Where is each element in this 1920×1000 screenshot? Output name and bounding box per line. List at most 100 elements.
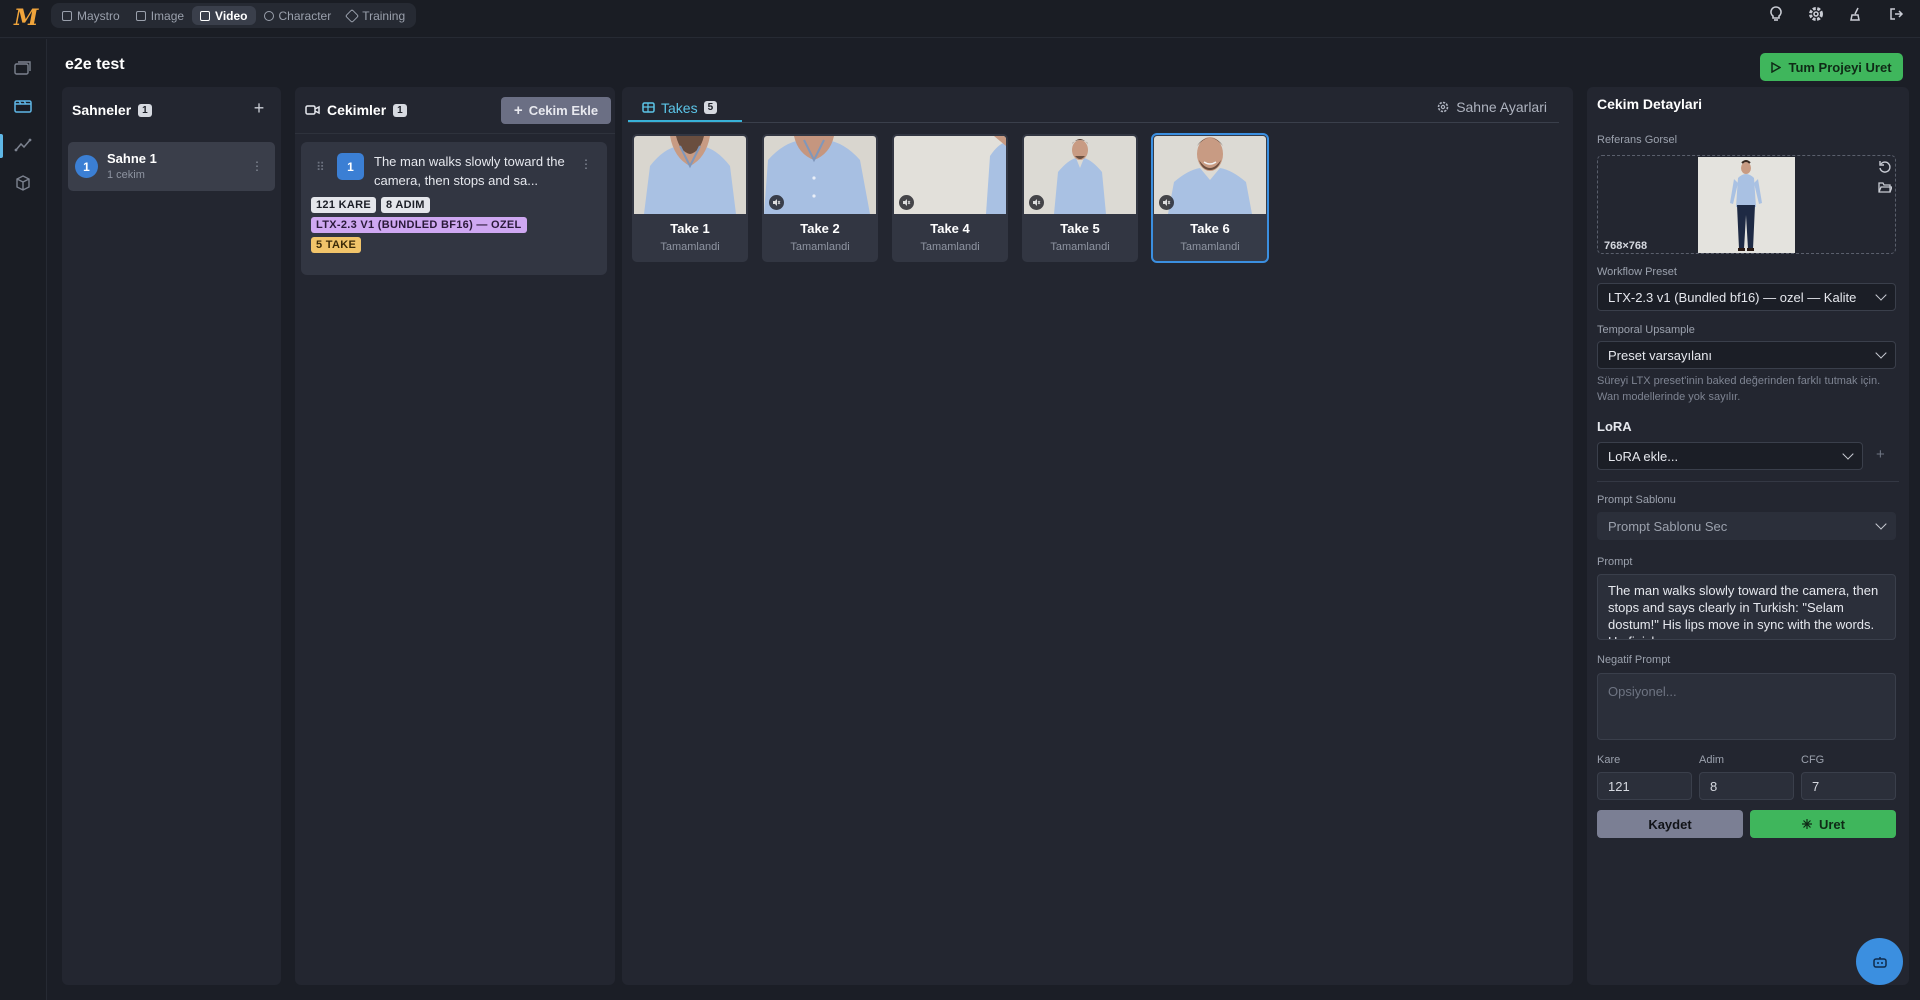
top-bar: M Maystro Image Video Character Training <box>0 0 1920 38</box>
shots-header: Cekimler 1 + Cekim Ekle <box>295 87 615 134</box>
reference-image-label: Referans Gorsel <box>1597 134 1678 146</box>
logout-icon[interactable] <box>1886 4 1906 24</box>
scene-item[interactable]: 1 Sahne 1 1 cekim ⋮ <box>68 142 275 191</box>
save-button-label: Kaydet <box>1648 816 1692 832</box>
generate-button[interactable]: Uret <box>1750 810 1896 838</box>
scene-shot-count: 1 cekim <box>107 169 145 181</box>
take-thumbnail <box>894 136 1006 214</box>
lora-label: LoRA <box>1597 419 1632 434</box>
scenes-title-text: Sahneler <box>72 102 132 118</box>
take-status: Tamamlandi <box>920 241 980 253</box>
cfg-input[interactable]: 7 <box>1801 772 1896 800</box>
workflow-preset-label: Workflow Preset <box>1597 266 1677 278</box>
scenes-count-badge: 1 <box>138 103 152 117</box>
take-name: Take 5 <box>1060 221 1100 236</box>
graph-icon[interactable] <box>13 135 33 155</box>
temporal-upsample-select[interactable]: Preset varsayılanı <box>1597 341 1896 369</box>
left-rail <box>0 39 47 1000</box>
chevron-down-icon <box>1875 289 1887 301</box>
reference-image <box>1698 157 1795 253</box>
assistant-bot-button[interactable] <box>1856 938 1903 985</box>
takes-panel: Takes 5 Sahne Ayarlari Take 1 Tamamlandi… <box>622 87 1573 985</box>
drag-handle-icon[interactable]: ⠿ <box>316 160 325 174</box>
app-logo[interactable]: M <box>14 5 38 31</box>
muted-speaker-icon <box>769 195 784 210</box>
broom-icon[interactable] <box>1846 4 1866 24</box>
video-icon <box>200 10 211 21</box>
temporal-upsample-value: Preset varsayılanı <box>1608 347 1713 363</box>
nav-tab-label: Maystro <box>77 8 120 23</box>
add-scene-button[interactable]: + <box>249 98 269 118</box>
lora-select[interactable]: LoRA ekle... <box>1597 442 1863 470</box>
lora-select-value: LoRA ekle... <box>1608 448 1679 464</box>
tab-divider <box>628 122 1559 123</box>
scenes-header: Sahneler 1 + <box>62 87 281 134</box>
chevron-down-icon <box>1875 518 1887 530</box>
film-icon[interactable] <box>13 96 33 116</box>
workflow-preset-select[interactable]: LTX-2.3 v1 (Bundled bf16) — ozel — Kalit… <box>1597 283 1896 311</box>
add-shot-button[interactable]: + Cekim Ekle <box>501 97 611 124</box>
shot-tags: 121 KARE 8 ADIM LTX-2.3 V1 (BUNDLED BF16… <box>311 197 601 253</box>
steps-input[interactable]: 8 <box>1699 772 1794 800</box>
workflow-preset-value: LTX-2.3 v1 (Bundled bf16) — ozel — Kalit… <box>1608 289 1857 305</box>
add-lora-icon[interactable]: + <box>1876 446 1885 463</box>
scene-settings-button[interactable]: Sahne Ayarlari <box>1437 99 1547 115</box>
cube-icon[interactable] <box>13 173 33 193</box>
tab-takes[interactable]: Takes 5 <box>628 95 742 122</box>
nav-tab-maystro[interactable]: Maystro <box>54 6 128 25</box>
nav-tab-image[interactable]: Image <box>128 6 192 25</box>
lightbulb-icon[interactable] <box>1766 4 1786 24</box>
take-card[interactable]: Take 5 Tamamlandi <box>1022 134 1138 262</box>
take-card[interactable]: Take 2 Tamamlandi <box>762 134 878 262</box>
character-icon <box>263 10 274 21</box>
image-icon <box>135 10 146 21</box>
reference-image-dropzone[interactable]: 768×768 <box>1597 155 1896 254</box>
nav-tab-training[interactable]: Training <box>339 6 413 25</box>
scene-menu-icon[interactable]: ⋮ <box>251 160 263 172</box>
nav-tab-video[interactable]: Video <box>192 6 256 25</box>
prompt-template-value: Prompt Sablonu Sec <box>1608 518 1728 534</box>
folder-open-icon[interactable] <box>1878 180 1893 194</box>
gear-icon[interactable] <box>1806 4 1826 24</box>
nav-tab-label: Training <box>362 8 406 23</box>
shot-card[interactable]: ⠿ 1 The man walks slowly toward the came… <box>301 142 607 275</box>
take-card[interactable]: Take 4 Tamamlandi <box>892 134 1008 262</box>
muted-speaker-icon <box>1029 195 1044 210</box>
takes-count-badge: 5 <box>703 101 718 114</box>
chevron-down-icon <box>1842 448 1854 460</box>
take-name: Take 6 <box>1190 221 1230 236</box>
details-title: Cekim Detaylari <box>1597 96 1703 112</box>
take-card-selected[interactable]: Take 6 Tamamlandi <box>1151 133 1269 263</box>
nav-tab-label: Image <box>150 8 185 23</box>
take-status: Tamamlandi <box>660 241 720 253</box>
produce-all-label: Tum Projeyi Uret <box>1788 59 1892 75</box>
take-name: Take 4 <box>930 221 970 236</box>
temporal-upsample-label: Temporal Upsample <box>1597 324 1695 336</box>
nav-tab-character[interactable]: Character <box>256 6 340 25</box>
take-thumbnail <box>1024 136 1136 214</box>
take-thumbnail <box>1154 136 1266 214</box>
shots-title-text: Cekimler <box>327 102 387 118</box>
take-thumbnail <box>634 136 746 214</box>
prompt-textarea[interactable]: The man walks slowly toward the camera, … <box>1597 574 1896 640</box>
generate-button-label: Uret <box>1818 816 1845 832</box>
prompt-label: Prompt <box>1597 556 1633 568</box>
gear-icon <box>1437 101 1449 113</box>
save-button[interactable]: Kaydet <box>1597 810 1743 838</box>
shot-prompt-preview: The man walks slowly toward the camera, … <box>374 154 565 188</box>
shot-details-panel: Cekim Detaylari Referans Gorsel 768×768 … <box>1587 87 1909 985</box>
takes-icon <box>642 102 655 113</box>
frames-input[interactable]: 121 <box>1597 772 1692 800</box>
negative-prompt-textarea[interactable]: Opsiyonel... <box>1597 673 1896 740</box>
takes-count-tag: 5 TAKE <box>311 237 362 253</box>
take-status: Tamamlandi <box>1050 241 1110 253</box>
take-card[interactable]: Take 1 Tamamlandi <box>632 134 748 262</box>
produce-all-button[interactable]: Tum Projeyi Uret <box>1760 53 1903 81</box>
tab-takes-label: Takes <box>661 99 698 116</box>
shot-menu-icon[interactable]: ⋮ <box>580 158 592 170</box>
scene-settings-label: Sahne Ayarlari <box>1456 99 1547 115</box>
training-icon <box>345 8 360 23</box>
reset-icon[interactable] <box>1878 160 1892 174</box>
prompt-template-select[interactable]: Prompt Sablonu Sec <box>1597 512 1896 540</box>
gallery-icon[interactable] <box>13 58 33 78</box>
